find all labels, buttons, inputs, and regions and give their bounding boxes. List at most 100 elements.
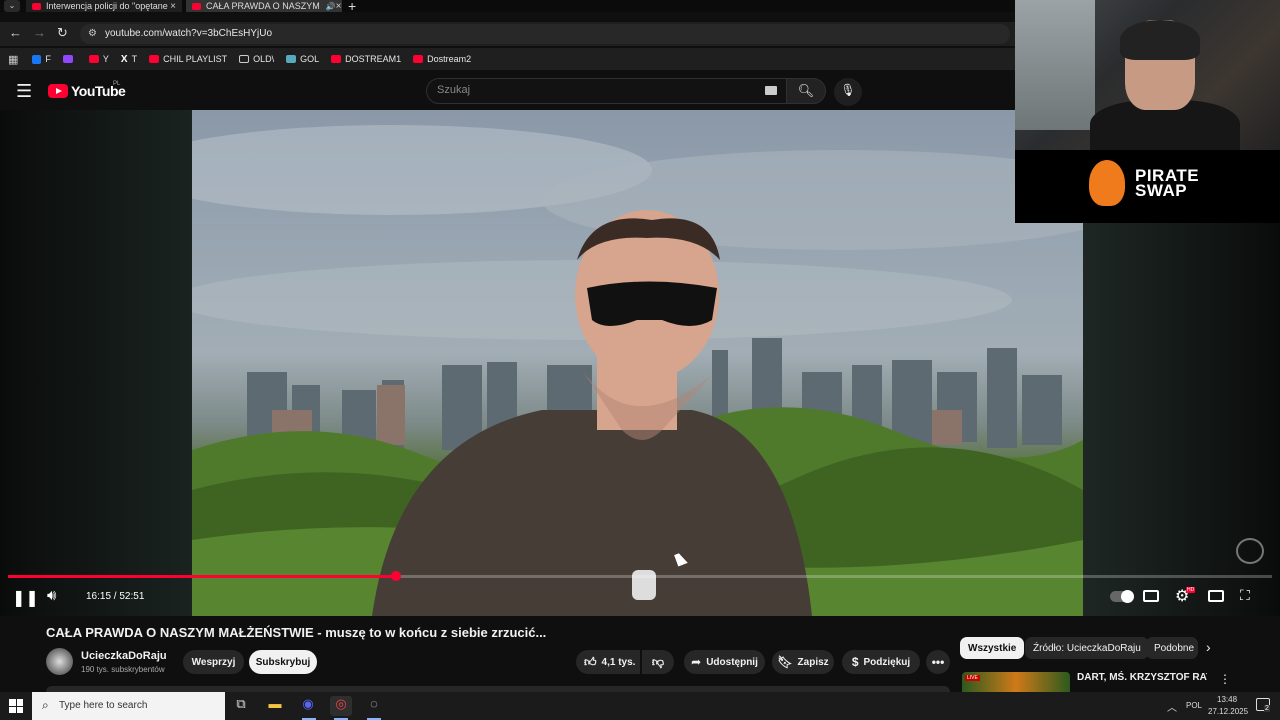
bookmark-gol[interactable]: GOL [286,54,319,64]
bookmark-twitch[interactable] [62,55,77,63]
more-actions-button[interactable]: ••• [926,650,950,674]
bookmark-dostream1[interactable]: DOSTREAM1 [331,54,401,64]
tab-search-button[interactable]: ⌄ [4,0,20,12]
ambient-glow-left [0,110,192,616]
apps-grid-icon[interactable]: ▦ [8,53,18,66]
microphone-icon: 🎙︎ [840,83,856,97]
clock-date[interactable]: 27.12.2025 [1208,707,1248,716]
sponsor-text: PIRATE SWAP [1135,166,1200,200]
bookmark-icon: 🔖︎ [777,655,793,669]
like-button[interactable]: 👍︎ 4,1 tys. [576,650,640,674]
volume-button[interactable]: 🔊︎ [47,587,56,604]
sponsor-banner: PIRATE SWAP [1015,150,1280,223]
windows-start-icon[interactable] [9,699,23,713]
folder-icon [239,55,250,63]
hamburger-menu-icon[interactable]: ☰ [16,81,32,102]
video-frame[interactable] [192,110,1083,616]
fullscreen-icon[interactable]: ⛶ [1240,587,1250,604]
bookmark-y[interactable]: Y [88,54,109,64]
youtube-icon [88,55,99,63]
channel-name[interactable]: UcieczkaDoRaju [81,650,167,662]
progress-scrubber[interactable] [391,571,402,581]
webcam-window-background [1015,0,1095,130]
bookmark-dostream2[interactable]: Dostream2 [413,54,471,64]
close-icon[interactable]: × [170,1,176,12]
file-explorer-icon[interactable]: ▬ [264,696,286,716]
x-icon: X [120,53,128,65]
search-placeholder: Szukaj [437,84,471,96]
bookmark-chil-playlist[interactable]: CHIL PLAYLIST [149,54,227,64]
forward-icon[interactable]: → [33,25,46,40]
youtube-icon [32,2,41,10]
thumbs-up-icon: 👍︎ [584,654,597,669]
miniplayer-icon[interactable] [1208,590,1224,602]
bookmark-old[interactable]: OLD\ [239,54,274,64]
share-icon: ➦ [691,655,702,669]
tab-title: CAŁA PRAWDA O NASZYM [206,1,320,11]
youtube-icon [413,55,424,63]
bookmark-t[interactable]: XT [121,54,137,65]
facebook-icon [32,54,42,64]
url-field[interactable]: ⚙ youtube.com/watch?v=3bChEsHYjUo [80,24,1010,44]
new-tab-button[interactable]: + [348,0,356,14]
subscribe-button[interactable]: Subskrybuj [249,650,317,674]
chip-source[interactable]: Źródło: UcieczkaDoRaju [1025,637,1149,659]
autoplay-toggle[interactable] [1110,590,1134,603]
video-scene [192,125,1083,616]
obs-icon[interactable]: ◌ [363,696,385,716]
chip-similar[interactable]: Podobne [1146,637,1198,659]
share-button[interactable]: ➦ Udostępnij [684,650,765,674]
speaker-icon[interactable]: 🔊 [326,2,336,11]
taskbar-search-field[interactable]: ⌕ Type here to search [32,692,225,720]
discord-icon[interactable]: ◉ [297,696,319,716]
channel-watermark-icon[interactable] [1236,538,1264,564]
volume-icon: 🔊︎ [47,587,57,604]
language-indicator[interactable]: POL [1186,701,1202,710]
chevron-up-icon[interactable]: ︿ [1167,699,1177,714]
chip-all[interactable]: Wszystkie [960,637,1025,659]
tab-title: Interwencja policji do "opętane [46,1,168,11]
save-button[interactable]: 🔖︎ Zapisz [772,650,834,674]
pause-icon: ❚❚ [12,590,39,607]
more-horizontal-icon: ••• [931,655,945,669]
video-title: CAŁA PRAWDA O NASZYM MAŁŻEŃSTWIE - muszę… [46,625,547,640]
progress-bar[interactable] [8,571,1272,581]
youtube-icon [149,55,160,63]
thanks-button[interactable]: $ Podziękuj [842,650,920,674]
pause-button[interactable]: ❚❚ [12,588,39,608]
reload-icon[interactable]: ↻ [57,25,68,41]
subscriber-count: 190 tys. subskrybentów [81,665,165,674]
search-icon: 🔍︎ [797,83,815,98]
support-button[interactable]: Wesprzyj [183,650,244,674]
close-icon[interactable]: × [336,1,342,12]
clock-time[interactable]: 13:48 [1217,695,1237,704]
chevron-right-icon[interactable]: › [1206,639,1211,655]
webcam-person-hair [1120,20,1200,60]
url-text[interactable]: youtube.com/watch?v=3bChEsHYjUo [105,28,272,39]
g-icon [286,55,297,63]
subtitles-icon[interactable] [1143,590,1159,602]
youtube-icon [331,55,342,63]
chrome-icon[interactable]: ◎ [330,696,352,716]
bookmark-f[interactable]: F [32,54,51,64]
search-input[interactable]: Szukaj [426,78,788,104]
like-count: 4,1 tys. [601,656,636,668]
live-badge: LIVE [965,675,980,681]
time-display: 16:15 / 52:51 [86,591,145,602]
task-view-icon[interactable]: ⧉ [230,696,252,716]
channel-avatar[interactable] [46,648,73,675]
site-info-icon[interactable]: ⚙ [88,28,97,39]
country-code: PL [113,81,121,87]
back-icon[interactable]: ← [9,25,22,40]
recommended-title[interactable]: DART, MŚ. KRZYSZTOF RATAJSKI – WESLEY PL… [1077,671,1207,692]
dislike-button[interactable]: 👎︎ [642,650,674,674]
voice-search-button[interactable]: 🎙︎ [834,78,862,106]
tab-policja[interactable]: Interwencja policji do "opętane × [26,0,182,12]
youtube-icon [192,2,201,10]
notification-count: 2 [1264,705,1270,712]
more-vertical-icon[interactable]: ⋮ [1219,672,1231,686]
tab-cala-prawda[interactable]: CAŁA PRAWDA O NASZYM 🔊 × [186,0,342,12]
keyboard-icon[interactable] [765,86,777,95]
search-button[interactable]: 🔍︎ [786,78,826,104]
super-thanks-icon: $ [851,655,859,669]
